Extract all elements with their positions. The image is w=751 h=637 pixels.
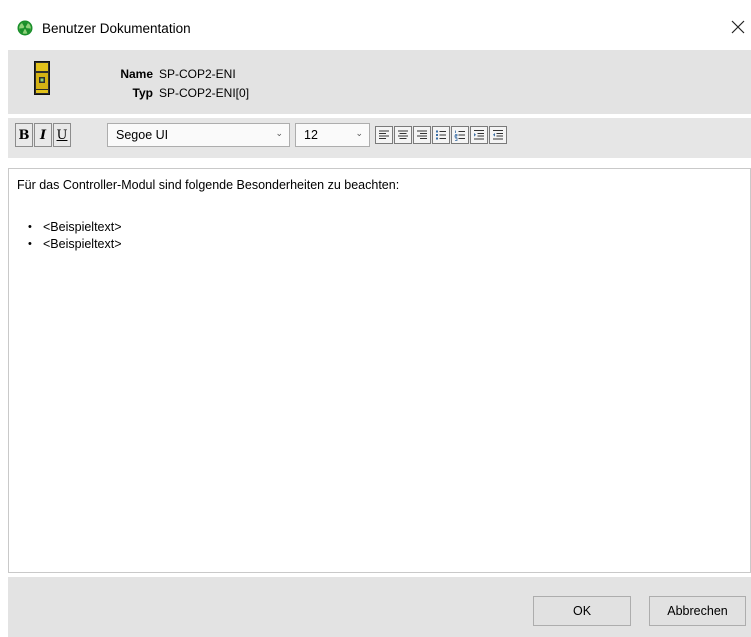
chevron-down-icon: ⌄ <box>275 128 283 138</box>
align-center-icon <box>398 130 408 139</box>
numbered-list-button[interactable] <box>451 126 469 144</box>
chevron-down-icon: ⌄ <box>355 128 363 138</box>
bulleted-list-button[interactable] <box>432 126 450 144</box>
close-button[interactable] <box>724 12 751 42</box>
list-item: <Beispieltext> <box>43 220 122 234</box>
list-item: <Beispieltext> <box>43 237 122 251</box>
trefoil-icon <box>17 20 33 36</box>
font-family-select[interactable]: Segoe UI ⌄ <box>107 123 290 147</box>
window-title: Benutzer Dokumentation <box>42 21 191 36</box>
indent-button[interactable] <box>470 126 488 144</box>
documentation-editor[interactable]: Für das Controller-Modul sind folgende B… <box>8 168 751 573</box>
cancel-button[interactable]: Abbrechen <box>649 596 746 626</box>
font-family-value: Segoe UI <box>116 128 169 142</box>
ok-button[interactable]: OK <box>533 596 631 626</box>
close-icon <box>731 20 744 34</box>
outdent-button[interactable] <box>489 126 507 144</box>
align-right-icon <box>417 130 427 139</box>
bullet-marker: • <box>28 221 32 233</box>
italic-button[interactable]: I <box>34 123 52 147</box>
bulleted-list-icon <box>436 130 446 140</box>
intro-text: Für das Controller-Modul sind folgende B… <box>17 178 400 192</box>
underline-button[interactable]: U <box>53 123 71 147</box>
title-bar: Benutzer Dokumentation <box>0 0 751 46</box>
align-center-button[interactable] <box>394 126 412 144</box>
name-label: Name <box>120 67 153 81</box>
safety-module-icon <box>34 61 50 98</box>
numbered-list-icon <box>454 130 465 141</box>
indent-icon <box>474 130 484 140</box>
font-size-select[interactable]: 12 ⌄ <box>295 123 370 147</box>
align-left-button[interactable] <box>375 126 393 144</box>
align-left-icon <box>379 130 389 139</box>
bullet-marker: • <box>28 238 32 250</box>
font-size-value: 12 <box>304 128 318 142</box>
align-right-button[interactable] <box>413 126 431 144</box>
name-value: SP-COP2-ENI <box>159 67 236 81</box>
type-value: SP-COP2-ENI[0] <box>159 86 250 100</box>
module-info-panel: Name SP-COP2-ENI Typ SP-COP2-ENI[0] <box>8 50 751 114</box>
dialog-footer <box>8 577 751 637</box>
bold-button[interactable]: B <box>15 123 33 147</box>
format-toolbar: B I U Segoe UI ⌄ 12 ⌄ <box>8 118 751 158</box>
type-label: Typ <box>132 86 153 100</box>
outdent-icon <box>493 130 503 140</box>
